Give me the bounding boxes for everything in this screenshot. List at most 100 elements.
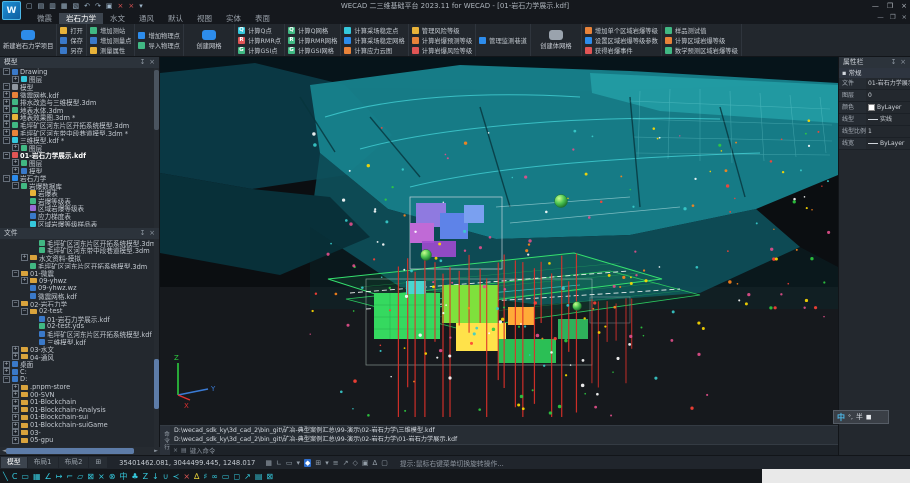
sharp-icon[interactable]: ♯ <box>203 472 207 481</box>
tree-item[interactable]: 毛坪矿区河东片区开拓系统模型.kdf <box>0 330 159 338</box>
ribbon-button[interactable]: 计算区域岩爆等级 <box>665 35 738 45</box>
file-tree-hscrollbar[interactable]: ◄ ► <box>0 447 160 455</box>
tree-expander[interactable]: + <box>12 346 19 353</box>
ribbon-button[interactable]: R计算RMR点 <box>238 35 281 45</box>
tab-6[interactable]: 实体 <box>219 13 248 24</box>
layout-tab-1[interactable]: 布局1 <box>28 457 58 468</box>
tree-expander[interactable]: + <box>3 106 10 113</box>
tree-expander[interactable]: + <box>3 121 10 128</box>
minimize-button[interactable]: — <box>872 0 879 12</box>
ribbon-button[interactable]: 计算采场稳定点 <box>344 25 404 35</box>
tree-item[interactable]: +地表水体.3dm <box>0 106 159 114</box>
less-icon[interactable]: ≺ <box>173 472 180 481</box>
osnap-icon[interactable]: ⊞ <box>315 459 321 467</box>
tree-item[interactable]: −三维模型.kdf * <box>0 136 159 144</box>
ribbon-button[interactable]: 计算岩爆预测等级 <box>412 35 472 45</box>
save-icon[interactable]: ▥ <box>49 0 56 12</box>
isometric-icon[interactable]: ◆ <box>304 459 311 467</box>
tree-item[interactable]: −岩石力学 <box>0 174 159 182</box>
down-icon[interactable]: ↓ <box>152 472 159 481</box>
tree-item[interactable]: +03-水文 <box>0 345 159 353</box>
command-line-tab[interactable]: 命令行 <box>160 426 170 455</box>
union-icon[interactable]: ∪ <box>163 472 169 481</box>
ribbon-button[interactable]: 计算采场稳定网格 <box>344 35 404 45</box>
erase-icon[interactable]: × <box>128 0 134 12</box>
property-row[interactable]: 图层0 <box>839 90 910 102</box>
ribbon-button[interactable]: G计算GSI点 <box>238 45 281 55</box>
tree-expander[interactable]: + <box>12 167 19 174</box>
tree-item[interactable]: +图层 <box>0 159 159 167</box>
tab-5[interactable]: 视图 <box>190 13 219 24</box>
close-icon[interactable]: × <box>149 228 155 239</box>
tree-item[interactable]: +01-Blockchain-suiGame <box>0 421 159 429</box>
box-icon[interactable]: ◻ <box>233 472 240 481</box>
tree-expander[interactable]: + <box>12 422 19 429</box>
tree-item[interactable]: +03- <box>0 429 159 437</box>
save-all-icon[interactable]: ▦ <box>61 0 68 12</box>
angle-icon[interactable]: ∠ <box>45 472 52 481</box>
snap-icon[interactable]: ▭ <box>286 459 293 467</box>
tree-item[interactable]: +排水改造与三维模型.3dm <box>0 98 159 106</box>
tree-item[interactable]: +09-yhwz <box>0 277 159 285</box>
tree-item[interactable]: +微震网格.kdf <box>0 91 159 99</box>
tree-item[interactable]: +图层 <box>0 76 159 84</box>
tree-item[interactable]: 毛坪矿区河东片区开拓系统模型.3dm <box>0 262 159 270</box>
tree-item[interactable]: +水文资料-模拟 <box>0 254 159 262</box>
arc-icon[interactable]: C <box>12 472 18 481</box>
ribbon-button[interactable]: 测量属性 <box>90 45 131 55</box>
tree-item[interactable]: −岩爆数据库 <box>0 182 159 190</box>
ribbon-button[interactable]: 保存 <box>60 35 83 45</box>
delete-icon[interactable]: × <box>118 0 124 12</box>
tree-expander[interactable]: − <box>12 270 19 277</box>
ribbon-button[interactable]: 增加测量点 <box>90 35 131 45</box>
tree-item[interactable]: +地表效果图.3dm * <box>0 114 159 122</box>
pin-icon[interactable]: ↧ <box>891 57 897 68</box>
mirror-icon[interactable]: ⌐ <box>66 472 73 481</box>
close-icon[interactable]: × <box>173 447 178 454</box>
tree-expander[interactable]: − <box>3 83 10 90</box>
lineweight-icon[interactable]: ≡ <box>333 459 339 467</box>
tree-item[interactable]: +04-通风 <box>0 353 159 361</box>
workspace-icon[interactable]: ∆ <box>373 459 378 467</box>
tree-expander[interactable]: + <box>3 368 10 375</box>
ribbon-button[interactable]: 导入物理点 <box>138 40 179 50</box>
tree-item[interactable]: +模型 <box>0 167 159 175</box>
ribbon-big-button[interactable]: 新建岩石力学项目 <box>0 24 57 56</box>
osnap-dropdown-icon[interactable]: ▾ <box>325 459 329 467</box>
tree-item[interactable]: −Drawing <box>0 68 159 76</box>
snap-dropdown-icon[interactable]: ▾ <box>296 459 300 467</box>
tab-0[interactable]: 微震 <box>30 13 59 24</box>
close-icon[interactable]: × <box>149 57 155 68</box>
property-row[interactable]: 线型实线 <box>839 114 910 126</box>
ribbon-button[interactable]: 数学预测区域岩爆等级 <box>665 45 738 55</box>
viewport-3d[interactable]: Z Y X <box>160 57 838 425</box>
close-icon[interactable]: × <box>900 57 906 68</box>
tree-expander[interactable]: + <box>12 384 19 391</box>
hatch-icon[interactable]: ▦ <box>33 472 41 481</box>
tree-expander[interactable]: + <box>3 114 10 121</box>
delete-icon[interactable]: × <box>183 472 190 481</box>
property-row[interactable]: 颜色ByLayer <box>839 102 910 114</box>
tree-expander[interactable]: + <box>12 406 19 413</box>
tree-expander[interactable]: − <box>3 137 10 144</box>
ribbon-button[interactable]: 另存 <box>60 45 83 55</box>
tab-4[interactable]: 默认 <box>161 13 190 24</box>
tree-expander[interactable]: − <box>3 152 10 159</box>
ribbon-button[interactable]: 设置区域岩爆等级参数 <box>585 35 658 45</box>
open-file-icon[interactable]: ▤ <box>38 0 45 12</box>
model-tree-scrollbar[interactable] <box>154 68 159 228</box>
add-layout-button[interactable]: ⊞ <box>89 457 107 468</box>
app-logo-icon[interactable]: W <box>2 1 21 20</box>
tree-expander[interactable]: + <box>3 91 10 98</box>
poly-icon[interactable]: ▭ <box>222 472 230 481</box>
ribbon-big-button[interactable]: 创建体网格 <box>531 24 582 56</box>
text-icon[interactable]: 中 <box>119 471 127 482</box>
tab-2[interactable]: 水文 <box>103 13 132 24</box>
tab-1[interactable]: 岩石力学 <box>59 13 103 24</box>
property-row[interactable]: 文件01-岩石力学展示... <box>839 78 910 90</box>
tree-item[interactable]: 02-test.yds <box>0 323 159 331</box>
ribbon-big-button[interactable]: 创建网格 <box>184 24 235 56</box>
viewport-icon[interactable]: ▣ <box>106 0 113 12</box>
annotation-icon[interactable]: ▣ <box>362 459 369 467</box>
doc-restore-button[interactable]: ❐ <box>890 13 896 21</box>
